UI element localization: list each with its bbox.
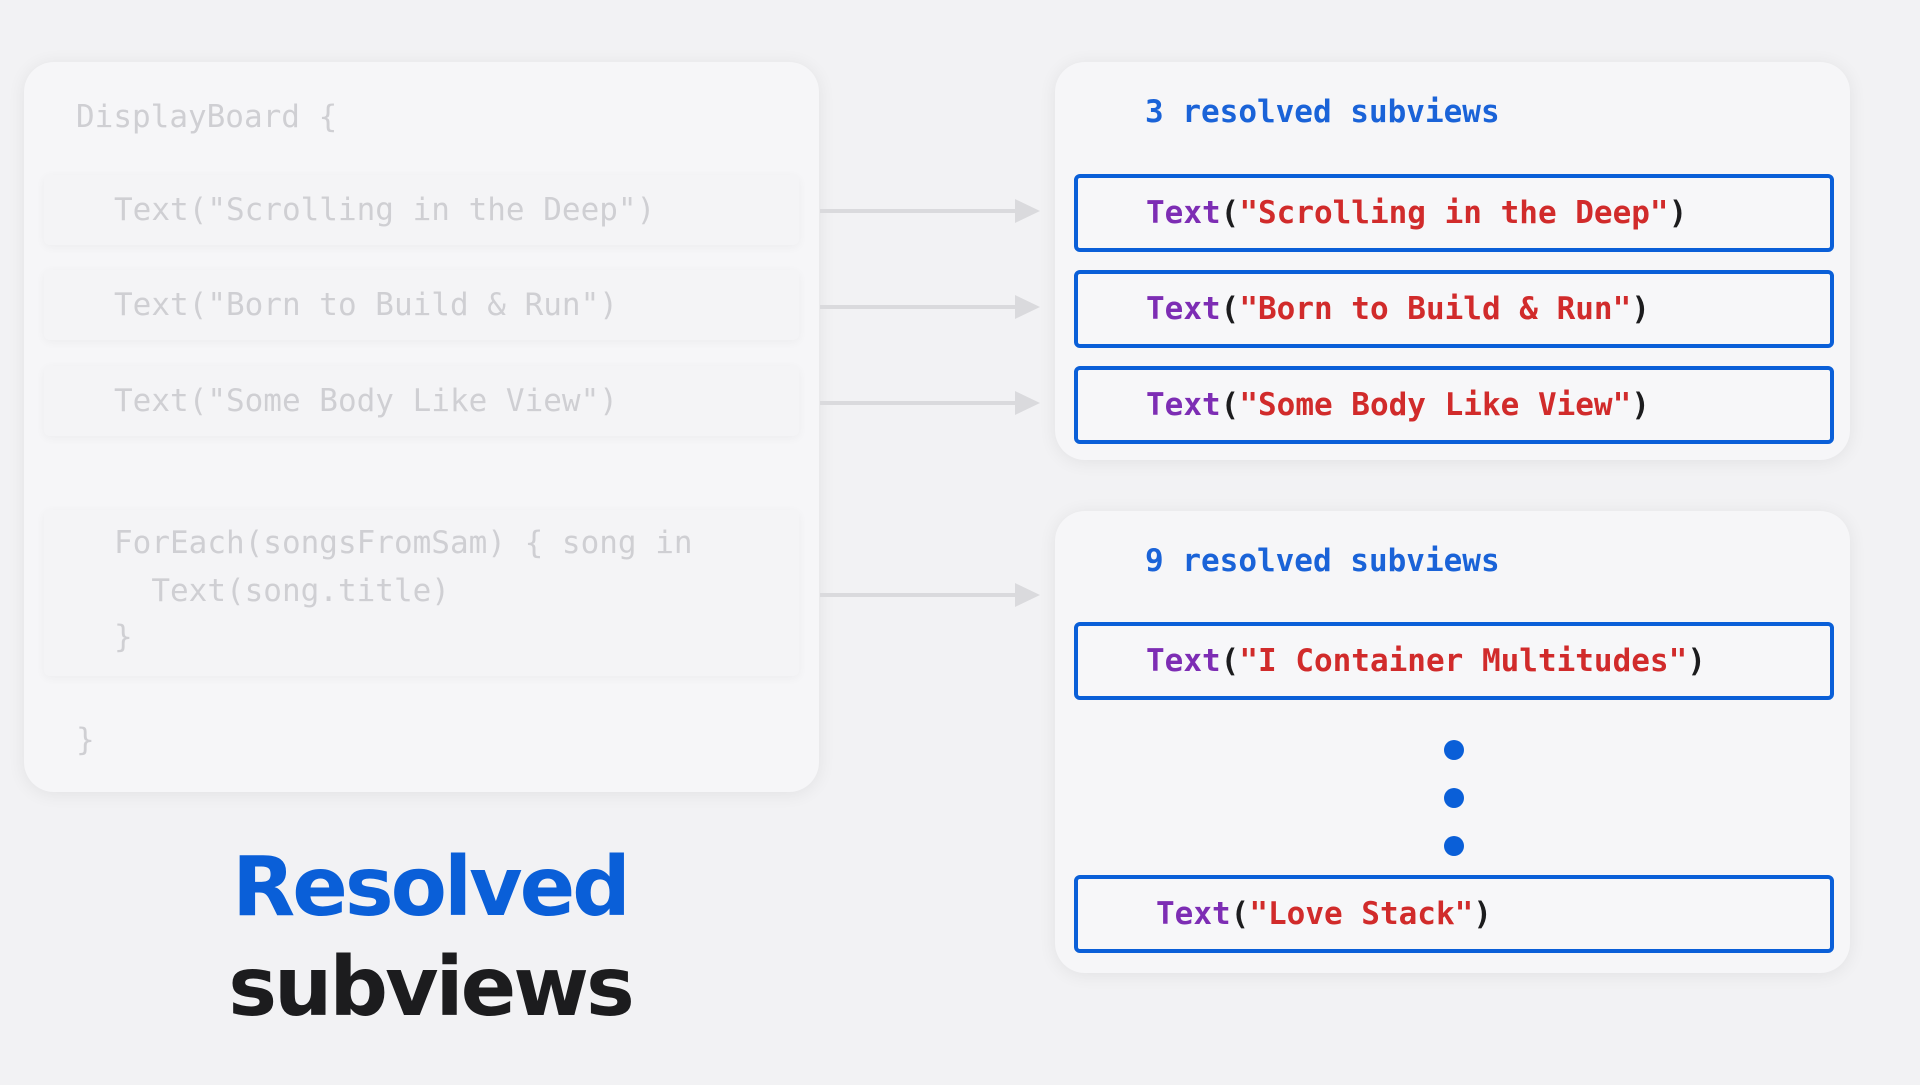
resolved-subview-box: Text("Some Body Like View"): [1074, 366, 1834, 444]
code-punctuation: ): [1473, 896, 1492, 932]
code-keyword: Text: [1146, 195, 1221, 231]
ellipsis-dot-icon: [1444, 836, 1464, 856]
code-keyword: Text: [1156, 896, 1231, 932]
code-string: "Some Body Like View": [1239, 387, 1632, 423]
resolved-subview-box: Text("Scrolling in the Deep"): [1074, 174, 1834, 252]
code-string: "I Container Multitudes": [1239, 643, 1688, 679]
title-resolved: Resolved: [232, 840, 631, 935]
code-string: "Born to Build & Run": [1239, 291, 1632, 327]
code-punctuation: ): [1668, 195, 1688, 231]
resolved-subview-box: Text("I Container Multitudes"): [1074, 622, 1834, 700]
arrow-3: [820, 391, 1040, 415]
code-keyword: Text: [1146, 643, 1221, 679]
code-punctuation: (: [1220, 643, 1240, 679]
code-punctuation: (: [1220, 195, 1240, 231]
arrow-1: [820, 199, 1040, 223]
code-punctuation: ): [1687, 643, 1706, 679]
code-string: "Love Stack": [1249, 896, 1474, 932]
code-string: "Scrolling in the Deep": [1239, 195, 1669, 231]
code-punctuation: ): [1631, 291, 1650, 327]
ellipsis-dot-icon: [1444, 788, 1464, 808]
resolved-panel-top: 3 resolved subviews Text("Scrolling in t…: [1055, 62, 1850, 460]
resolved-subview-box: Text("Born to Build & Run"): [1074, 270, 1834, 348]
code-keyword: Text: [1146, 291, 1221, 327]
arrow-2: [820, 295, 1040, 319]
code-punctuation: ): [1631, 387, 1650, 423]
ellipsis-dot-icon: [1444, 740, 1464, 760]
code-keyword: Text: [1146, 387, 1221, 423]
code-punctuation: (: [1220, 291, 1240, 327]
code-punctuation: (: [1230, 896, 1250, 932]
panel-heading: 3 resolved subviews: [1145, 94, 1500, 130]
panel-heading: 9 resolved subviews: [1145, 543, 1500, 579]
code-punctuation: (: [1220, 387, 1240, 423]
arrow-4: [820, 583, 1040, 607]
title-subviews: subviews: [228, 940, 635, 1035]
resolved-subview-box: Text("Love Stack"): [1074, 875, 1834, 953]
